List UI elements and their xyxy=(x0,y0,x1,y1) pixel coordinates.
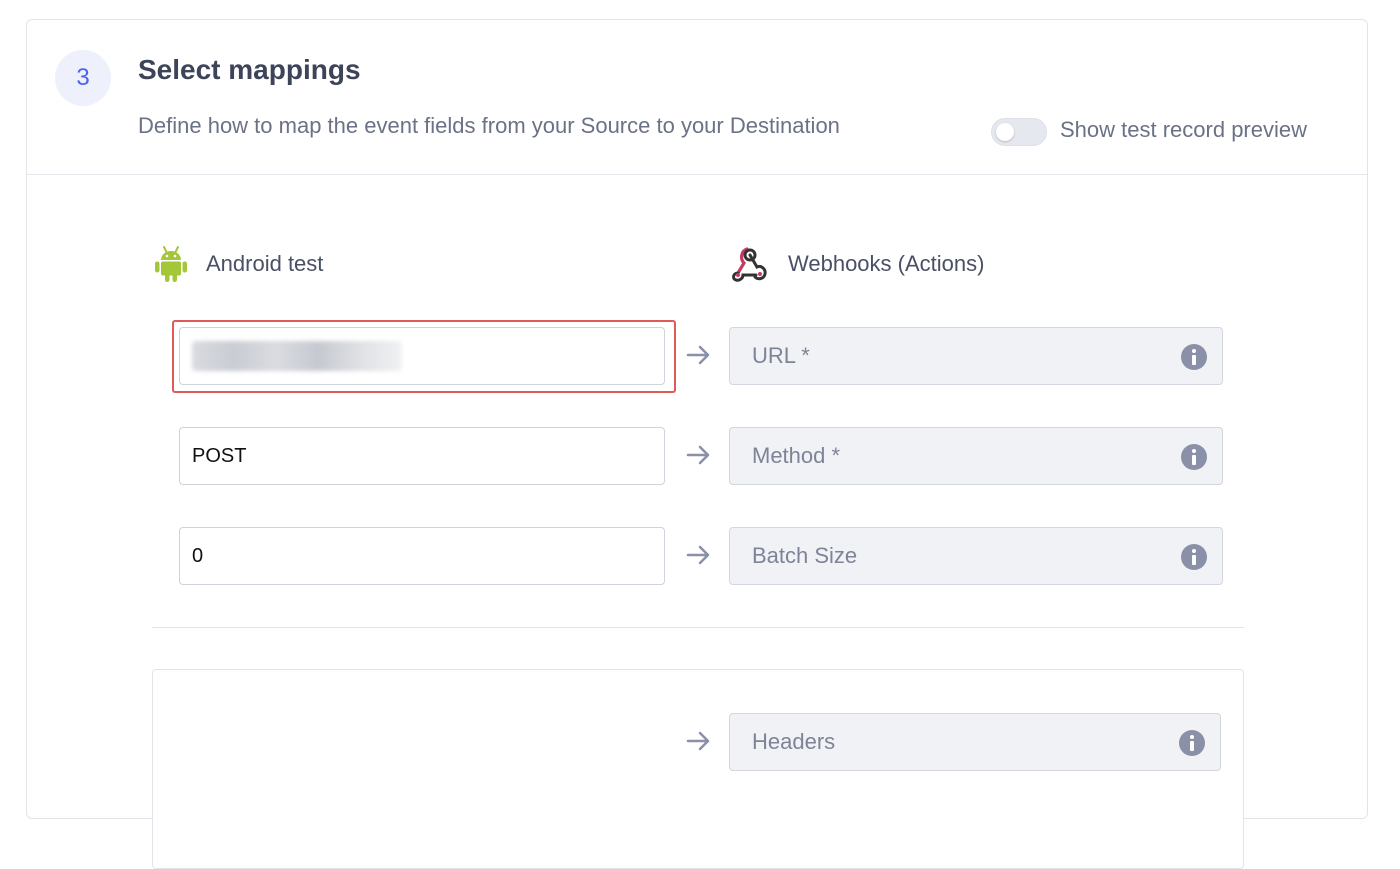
source-header: Android test xyxy=(154,245,323,283)
arrow-right-icon xyxy=(686,731,710,751)
info-icon[interactable] xyxy=(1180,543,1208,571)
arrow-right-icon xyxy=(686,345,710,365)
method-source-field[interactable]: POST xyxy=(179,427,665,485)
step-subtitle: Define how to map the event fields from … xyxy=(138,113,840,138)
redacted-value xyxy=(192,341,402,371)
section-divider xyxy=(152,627,1244,628)
arrow-right-icon xyxy=(686,445,710,465)
arrow-right-icon xyxy=(686,545,710,565)
headers-field-label: Headers xyxy=(752,729,836,754)
batch-size-field-label: Batch Size xyxy=(752,543,858,568)
batch-size-destination-field[interactable]: Batch Size xyxy=(729,527,1223,585)
toggle-knob xyxy=(996,123,1014,141)
info-icon[interactable] xyxy=(1178,729,1206,757)
method-field-label: Method * xyxy=(752,443,841,468)
step-title: Select mappings xyxy=(138,54,361,85)
select-mappings-card: 3 Select mappings Define how to map the … xyxy=(26,19,1368,869)
url-source-field[interactable] xyxy=(179,327,665,385)
webhooks-icon xyxy=(730,245,770,283)
step-header: 3 Select mappings Define how to map the … xyxy=(27,20,1367,175)
show-test-record-preview-label: Show test record preview xyxy=(1060,117,1307,142)
headers-destination-field[interactable]: Headers xyxy=(729,713,1221,771)
show-test-record-preview-toggle[interactable] xyxy=(991,118,1047,146)
method-source-value: POST xyxy=(192,444,247,467)
step-number-badge: 3 xyxy=(55,50,111,106)
info-icon[interactable] xyxy=(1180,343,1208,371)
destination-header: Webhooks (Actions) xyxy=(730,245,984,283)
method-destination-field[interactable]: Method * xyxy=(729,427,1223,485)
info-icon[interactable] xyxy=(1180,443,1208,471)
url-destination-field[interactable]: URL * xyxy=(729,327,1223,385)
batch-size-source-field[interactable]: 0 xyxy=(179,527,665,585)
source-name: Android test xyxy=(206,251,324,276)
batch-size-source-value: 0 xyxy=(192,544,204,567)
url-field-label: URL * xyxy=(752,343,810,368)
destination-name: Webhooks (Actions) xyxy=(788,251,985,276)
android-icon xyxy=(154,245,188,283)
